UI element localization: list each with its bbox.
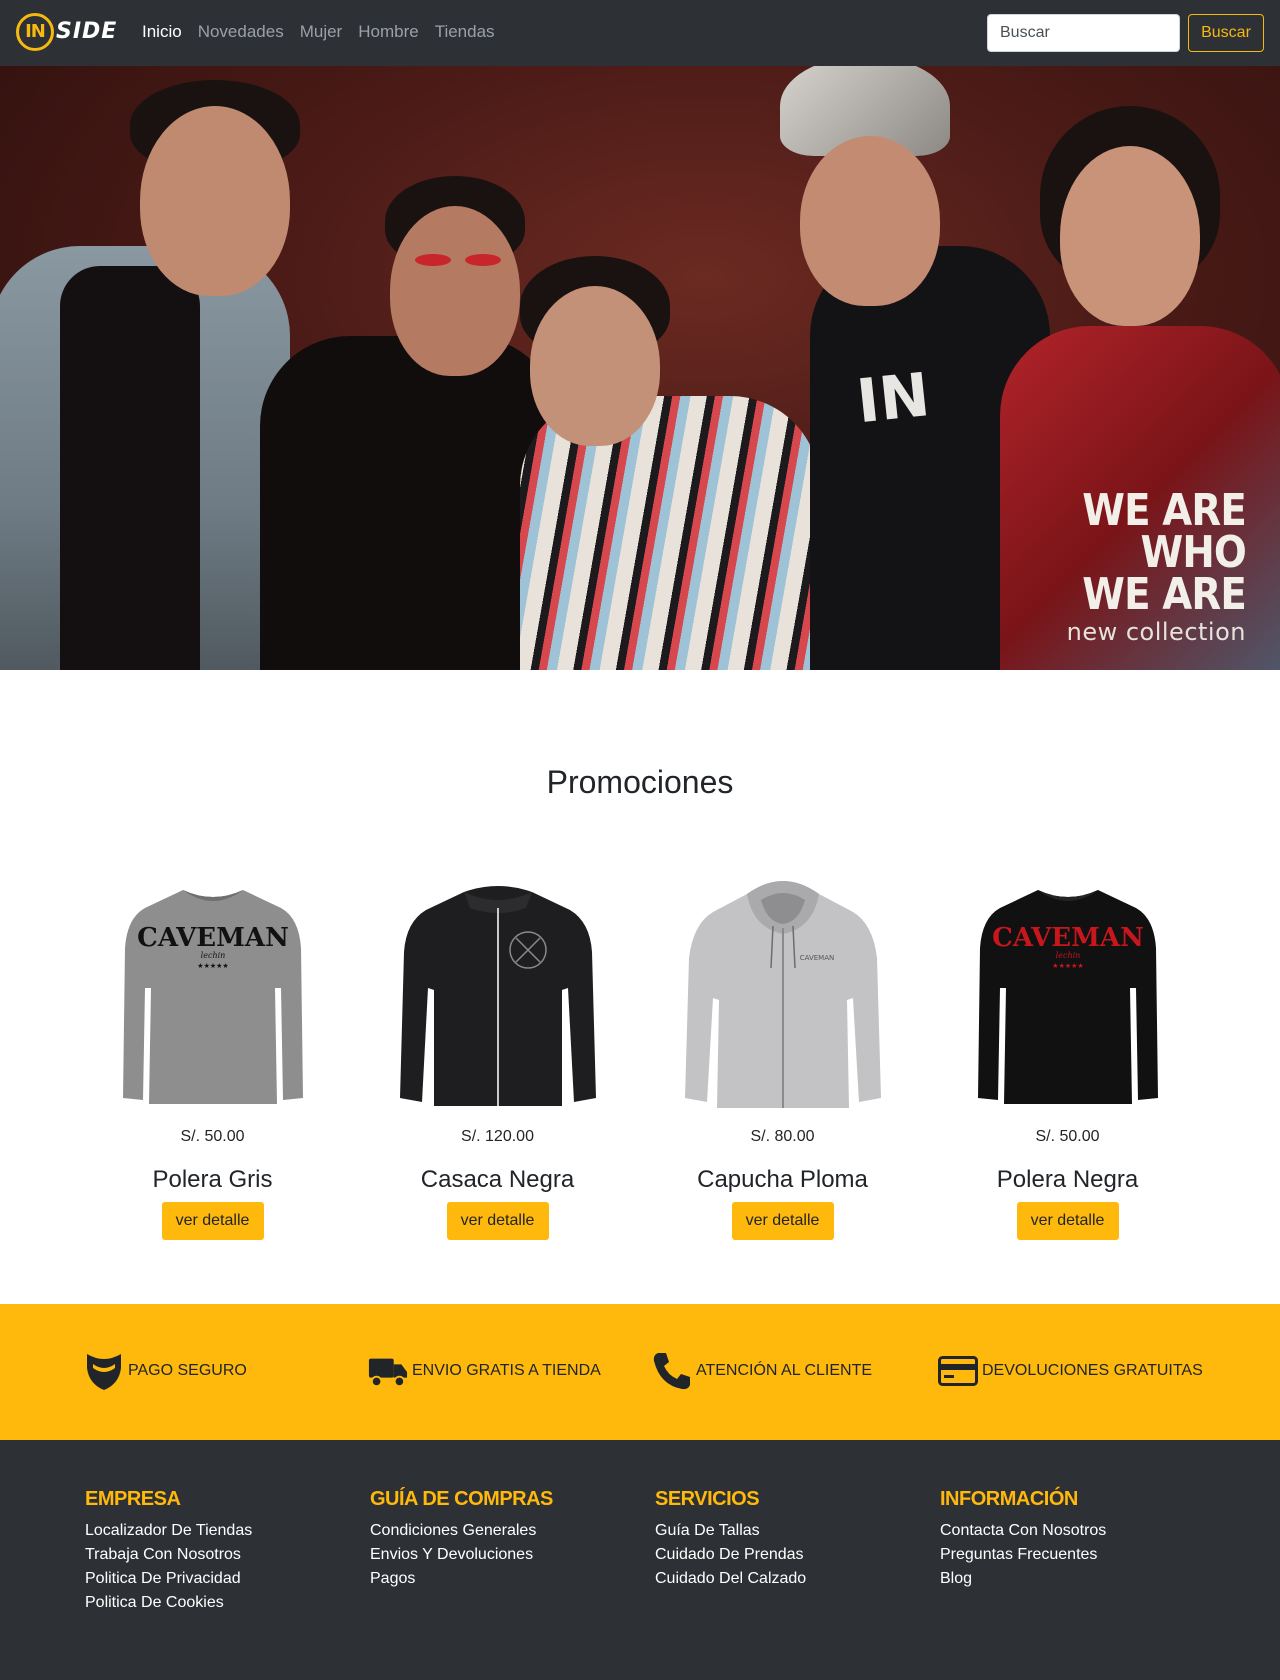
nav-link-mujer[interactable]: Mujer [300, 22, 343, 42]
footer-column-informacion: INFORMACIÓN Contacta Con Nosotros Pregun… [940, 1488, 1106, 1591]
footer-link[interactable]: Politica De Cookies [85, 1591, 252, 1615]
svg-text:CAVEMAN: CAVEMAN [799, 954, 834, 962]
footer: EMPRESA Localizador De Tiendas Trabaja C… [0, 1440, 1280, 1680]
product-card: CAVEMAN lechin ★★★★★ S/. 50.00 Polera Ne… [925, 868, 1210, 1248]
product-card: S/. 120.00 Casaca Negra ver detalle [355, 868, 640, 1248]
footer-link[interactable]: Blog [940, 1567, 1106, 1591]
product-name[interactable]: Capucha Ploma [640, 1166, 925, 1194]
hero-subtitle: new collection [1066, 618, 1246, 646]
search-input[interactable] [987, 14, 1180, 52]
feature-label: ATENCIÓN AL CLIENTE [696, 1362, 873, 1379]
footer-column-empresa: EMPRESA Localizador De Tiendas Trabaja C… [85, 1488, 252, 1615]
nav-link-hombre[interactable]: Hombre [358, 22, 418, 42]
footer-link[interactable]: Cuidado De Prendas [655, 1543, 806, 1567]
product-image-grey-hoodie[interactable]: CAVEMAN [683, 878, 883, 1118]
product-name[interactable]: Polera Gris [70, 1166, 355, 1194]
feature-secure-payment: PAGO SEGURO [84, 1348, 247, 1394]
product-price: S/. 80.00 [750, 1128, 815, 1145]
footer-link[interactable]: Envios Y Devoluciones [370, 1543, 553, 1567]
svg-text:CAVEMAN: CAVEMAN [137, 923, 289, 953]
phone-icon [652, 1351, 692, 1391]
features-bar: PAGO SEGURO ENVIO GRATIS A TIENDA ATENCI… [0, 1304, 1280, 1440]
product-card: CAVEMAN lechin ★★★★★ S/. 50.00 Polera Gr… [70, 868, 355, 1248]
footer-link[interactable]: Guía De Tallas [655, 1519, 806, 1543]
footer-column-guia-de-compras: GUÍA DE COMPRAS Condiciones Generales En… [370, 1488, 553, 1591]
nav-links: Inicio Novedades Mujer Hombre Tiendas [142, 22, 511, 42]
product-card: CAVEMAN S/. 80.00 Capucha Ploma ver deta… [640, 868, 925, 1248]
svg-text:★★★★★: ★★★★★ [197, 962, 228, 970]
hero-line-1: WE ARE [1082, 485, 1246, 536]
hero-banner[interactable]: IN WE ARE WHO WE ARE new collection [0, 66, 1280, 670]
brand-logo[interactable]: IN SIDE [14, 12, 120, 52]
footer-link[interactable]: Localizador De Tiendas [85, 1519, 252, 1543]
promotions-title: Promociones [546, 764, 734, 800]
footer-link[interactable]: Contacta Con Nosotros [940, 1519, 1106, 1543]
footer-link[interactable]: Cuidado Del Calzado [655, 1567, 806, 1591]
footer-column-servicios: SERVICIOS Guía De Tallas Cuidado De Pren… [655, 1488, 806, 1591]
hero-line-3: WE ARE [1082, 569, 1246, 620]
product-image-black-sweatshirt[interactable]: CAVEMAN lechin ★★★★★ [968, 878, 1168, 1118]
hero-line-2: WHO [1140, 527, 1247, 578]
feature-free-returns: DEVOLUCIONES GRATUITAS [938, 1348, 1203, 1394]
search-button[interactable]: Buscar [1188, 14, 1264, 52]
truck-icon [368, 1351, 408, 1391]
feature-customer-service: ATENCIÓN AL CLIENTE [652, 1348, 872, 1394]
svg-text:lechin: lechin [200, 951, 225, 960]
logo-side-text: SIDE [56, 19, 118, 44]
credit-card-icon [938, 1351, 978, 1391]
product-price: S/. 50.00 [1035, 1128, 1100, 1145]
view-detail-button[interactable]: ver detalle [161, 1202, 264, 1240]
svg-text:lechin: lechin [1055, 951, 1080, 960]
feature-free-shipping: ENVIO GRATIS A TIENDA [368, 1348, 601, 1394]
product-name[interactable]: Casaca Negra [355, 1166, 640, 1194]
footer-heading: SERVICIOS [655, 1488, 760, 1510]
svg-text:CAVEMAN: CAVEMAN [992, 923, 1144, 953]
footer-link[interactable]: Condiciones Generales [370, 1519, 553, 1543]
hero-model-3 [500, 66, 820, 670]
product-price: S/. 50.00 [180, 1128, 245, 1145]
navbar: IN SIDE Inicio Novedades Mujer Hombre Ti… [0, 0, 1280, 66]
hero-model-1 [0, 66, 300, 670]
feature-label: DEVOLUCIONES GRATUITAS [982, 1362, 1203, 1379]
hero-headline: WE ARE WHO WE ARE new collection [1060, 485, 1247, 647]
feature-label: PAGO SEGURO [128, 1362, 247, 1379]
product-image-black-jacket[interactable] [398, 878, 598, 1118]
view-detail-button[interactable]: ver detalle [446, 1202, 549, 1240]
product-grid: CAVEMAN lechin ★★★★★ S/. 50.00 Polera Gr… [70, 868, 1210, 1248]
footer-heading: EMPRESA [85, 1488, 181, 1510]
footer-heading: GUÍA DE COMPRAS [370, 1488, 553, 1510]
view-detail-button[interactable]: ver detalle [1016, 1202, 1119, 1240]
product-name[interactable]: Polera Negra [925, 1166, 1210, 1194]
nav-link-tiendas[interactable]: Tiendas [435, 22, 495, 42]
footer-link[interactable]: Pagos [370, 1567, 553, 1591]
footer-heading: INFORMACIÓN [940, 1488, 1078, 1510]
product-price: S/. 120.00 [461, 1128, 534, 1145]
nav-link-novedades[interactable]: Novedades [198, 22, 284, 42]
footer-link[interactable]: Preguntas Frecuentes [940, 1543, 1106, 1567]
shield-icon [84, 1351, 124, 1391]
footer-link[interactable]: Trabaja Con Nosotros [85, 1543, 252, 1567]
feature-label: ENVIO GRATIS A TIENDA [412, 1362, 601, 1379]
nav-link-inicio[interactable]: Inicio [142, 22, 182, 42]
product-image-grey-sweatshirt[interactable]: CAVEMAN lechin ★★★★★ [113, 878, 313, 1118]
view-detail-button[interactable]: ver detalle [731, 1202, 834, 1240]
footer-link[interactable]: Politica De Privacidad [85, 1567, 252, 1591]
logo-in-text: IN [25, 21, 46, 42]
svg-text:★★★★★: ★★★★★ [1052, 962, 1083, 970]
